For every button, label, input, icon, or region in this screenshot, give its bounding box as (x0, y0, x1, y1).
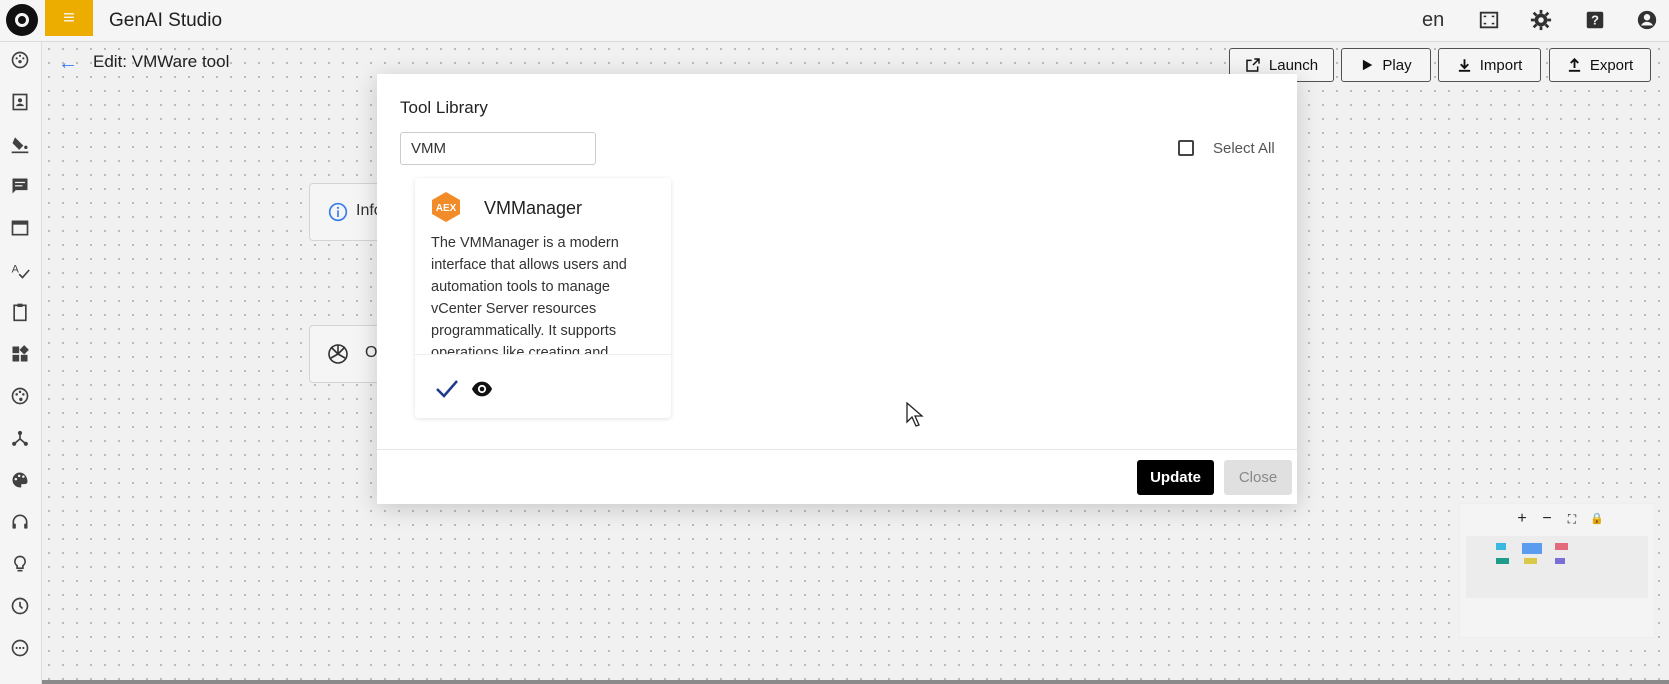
minimap-viewport[interactable] (1466, 536, 1648, 598)
select-all-label[interactable]: Select All (1213, 140, 1275, 157)
minimap-node (1555, 543, 1568, 550)
bottom-scrollbar[interactable] (42, 680, 1669, 684)
zoom-out-icon[interactable]: − (1537, 510, 1557, 528)
mouse-cursor-icon (906, 402, 924, 427)
svg-text:AEX: AEX (436, 203, 457, 214)
minimap-node (1522, 543, 1542, 554)
checkmark-icon[interactable] (435, 378, 459, 400)
zoom-in-icon[interactable]: + (1512, 510, 1532, 528)
tool-card[interactable]: AEX VMManager The VMManager is a modern … (415, 178, 671, 418)
minimap-node (1524, 558, 1537, 564)
lock-icon[interactable]: 🔒 (1587, 510, 1607, 528)
minimap-node (1496, 543, 1506, 550)
aex-logo-icon: AEX (432, 192, 460, 222)
minimap[interactable]: + − ⛶ 🔒 (1459, 503, 1655, 638)
tool-library-dialog: Tool Library Select All AEX VMManager Th… (377, 74, 1297, 504)
card-divider (415, 354, 671, 355)
tool-name: VMManager (484, 198, 583, 218)
tool-description: The VMManager is a modern interface that… (431, 235, 627, 354)
select-all-checkbox[interactable] (1178, 140, 1194, 156)
update-button[interactable]: Update (1137, 460, 1214, 495)
close-button[interactable]: Close (1224, 460, 1292, 495)
search-input[interactable] (400, 132, 596, 165)
footer-divider (377, 449, 1297, 450)
fit-view-icon[interactable]: ⛶ (1562, 510, 1582, 528)
minimap-node (1555, 558, 1565, 564)
eye-icon[interactable] (471, 378, 493, 400)
minimap-node (1496, 558, 1509, 564)
dialog-title: Tool Library (400, 98, 488, 117)
